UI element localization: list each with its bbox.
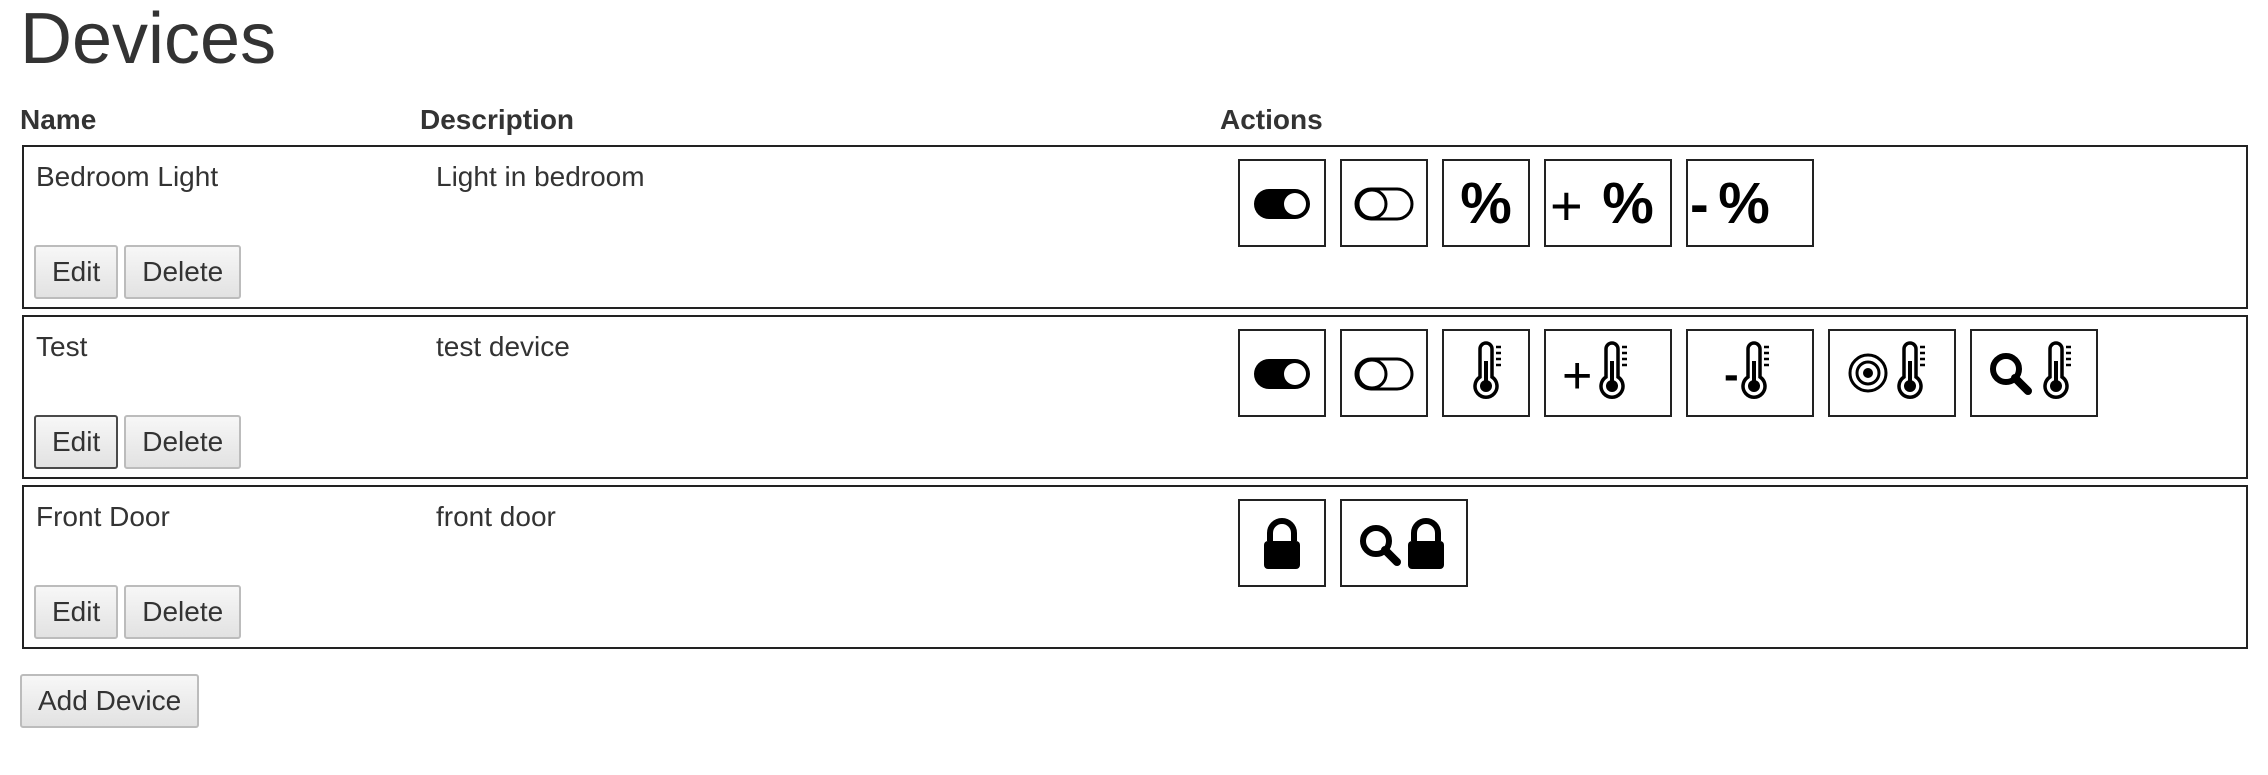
delete-button[interactable]: Delete (124, 245, 242, 299)
plus-glyph: + (1550, 174, 1583, 237)
edit-button[interactable]: Edit (34, 585, 119, 639)
device-actions: % + % - % (1238, 159, 1828, 247)
toggle-on-button[interactable] (1238, 159, 1326, 247)
delete-button[interactable]: Delete (124, 415, 242, 469)
lock-search-icon (1360, 518, 1444, 569)
add-device-button[interactable]: Add Device (20, 674, 200, 728)
thermometer-target-icon (1848, 341, 1925, 399)
device-description: test device (436, 331, 570, 362)
device-description: Light in bedroom (436, 161, 645, 192)
column-header-name: Name (20, 104, 97, 135)
toggle-off-button[interactable] (1340, 329, 1428, 417)
device-row: Front Door front door Edit Delete (22, 485, 2248, 649)
toggle-on-icon (1254, 359, 1310, 389)
thermometer-search-icon (1990, 341, 2071, 399)
column-header-actions: Actions (1220, 104, 1323, 135)
toggle-off-button[interactable] (1340, 159, 1428, 247)
row-buttons: Edit Delete (34, 245, 247, 299)
target-temperature-button[interactable] (1828, 329, 1956, 417)
table-header: Name Description Actions (20, 104, 2248, 140)
column-header-description: Description (420, 104, 575, 135)
percent-icon: % (1460, 171, 1512, 236)
percent-minus-icon: - % (1690, 171, 1770, 236)
set-percent-button[interactable]: % (1442, 159, 1530, 247)
row-buttons: Edit Delete (34, 585, 247, 639)
page-title: Devices (20, 0, 277, 79)
thermometer-icon (1473, 341, 1501, 399)
edit-button[interactable]: Edit (34, 415, 119, 469)
device-actions (1238, 499, 1482, 587)
percent-glyph: % (1460, 171, 1512, 236)
minus-glyph: - (1724, 350, 1739, 399)
query-temperature-button[interactable] (1970, 329, 2098, 417)
lock-button[interactable] (1238, 499, 1326, 587)
thermometer-plus-icon: + (1562, 341, 1627, 405)
percent-glyph: % (1718, 171, 1770, 236)
toggle-off-icon (1354, 187, 1414, 221)
toggle-on-button[interactable] (1238, 329, 1326, 417)
device-actions: + - (1238, 329, 2112, 417)
increase-percent-button[interactable]: + % (1544, 159, 1672, 247)
thermometer-minus-icon: - (1724, 341, 1769, 399)
edit-button[interactable]: Edit (34, 245, 119, 299)
device-name: Test (36, 331, 88, 362)
percent-glyph: % (1602, 171, 1654, 236)
device-name: Front Door (36, 501, 170, 532)
device-name: Bedroom Light (36, 161, 219, 192)
device-row: Bedroom Light Light in bedroom Edit Delet… (22, 145, 2248, 309)
device-row: Test test device Edit Delete + - (22, 315, 2248, 479)
toggle-off-icon (1354, 357, 1414, 391)
delete-button[interactable]: Delete (124, 585, 242, 639)
query-lock-button[interactable] (1340, 499, 1468, 587)
decrease-percent-button[interactable]: - % (1686, 159, 1814, 247)
lock-icon (1264, 518, 1300, 569)
set-temperature-button[interactable] (1442, 329, 1530, 417)
device-description: front door (436, 501, 556, 532)
row-buttons: Edit Delete (34, 415, 247, 469)
increase-temperature-button[interactable]: + (1544, 329, 1672, 417)
percent-plus-icon: + % (1550, 171, 1654, 237)
plus-glyph: + (1562, 347, 1592, 405)
toggle-on-icon (1254, 189, 1310, 219)
minus-glyph: - (1690, 172, 1709, 235)
decrease-temperature-button[interactable]: - (1686, 329, 1814, 417)
